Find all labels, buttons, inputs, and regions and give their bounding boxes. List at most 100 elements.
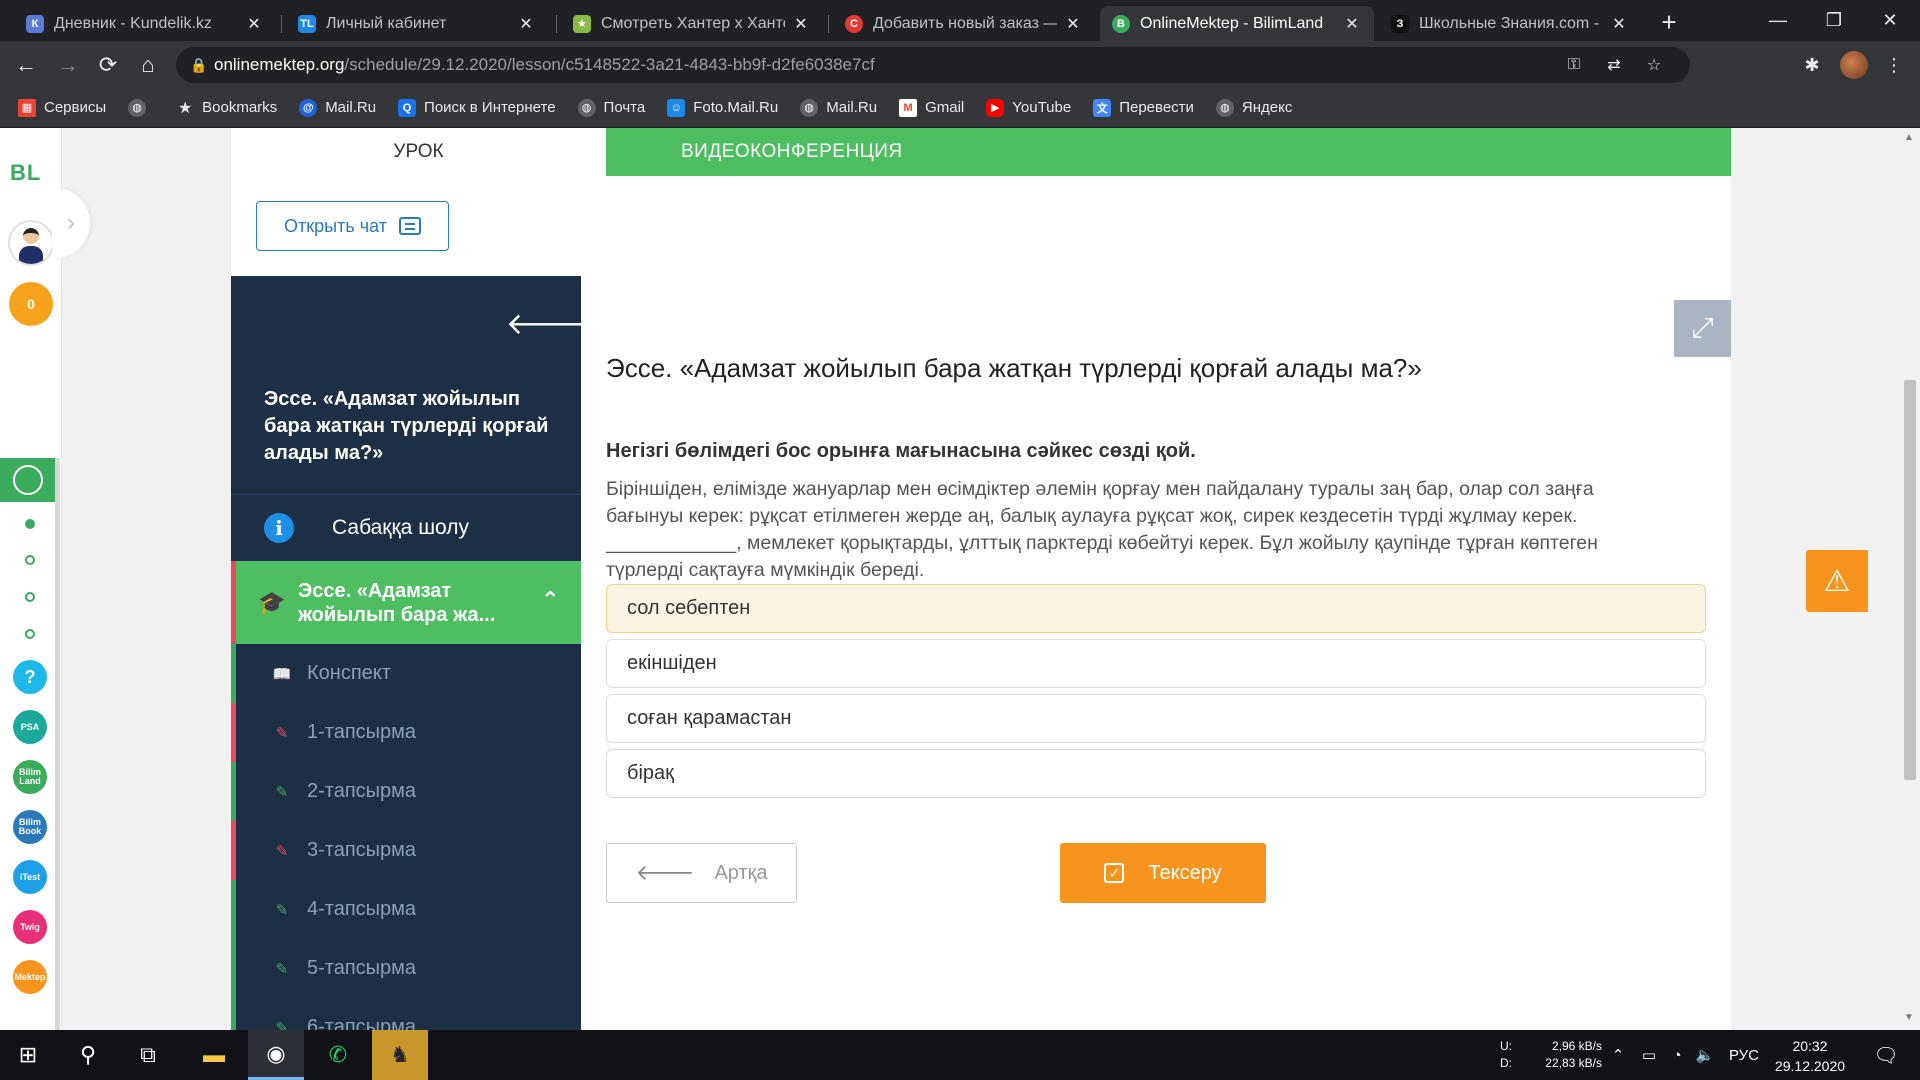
twig-icon[interactable]: Twig (13, 910, 47, 944)
close-tab-icon[interactable]: ✕ (1063, 14, 1083, 34)
minimize-window-icon[interactable]: — (1750, 0, 1806, 41)
file-explorer-icon[interactable]: ▬ (186, 1030, 242, 1080)
nav-subitem-task-3[interactable]: ✎ 3-тапсырма (231, 821, 581, 880)
bilimbook-icon[interactable]: Bilim Book (13, 810, 47, 844)
bookmark-star-icon[interactable]: ☆ (1636, 47, 1672, 83)
rail-expand-chevron-icon[interactable]: › (52, 188, 90, 258)
chevron-up-icon[interactable]: ⌃ (541, 587, 559, 613)
tab-videoconference[interactable]: ВИДЕОКОНФЕРЕНЦИЯ (606, 128, 1731, 176)
notifications-icon[interactable]: 🗨 (1866, 1030, 1906, 1080)
rail-progress-dot (25, 555, 35, 565)
browser-menu-icon[interactable]: ⋮ (1880, 51, 1908, 79)
bookmark-foto[interactable]: ☺ Foto.Mail.Ru (667, 98, 778, 117)
language-indicator[interactable]: РУС (1722, 1030, 1766, 1080)
answer-option-2[interactable]: екіншіден (606, 639, 1706, 688)
reload-icon[interactable]: ⟳ (94, 51, 122, 79)
home-icon[interactable]: ⌂ (134, 51, 162, 79)
search-icon[interactable]: ⚲ (60, 1030, 116, 1080)
restore-window-icon[interactable]: ❐ (1806, 0, 1862, 41)
bookmark-globe[interactable]: ◍ (128, 98, 154, 117)
nav-subitem-task-6[interactable]: ✎ 6-тапсырма (231, 998, 581, 1030)
browser-tab-hunter[interactable]: ★ Смотреть Хантер х Хантер 1 ✕ (561, 6, 823, 41)
bookmark-yandex[interactable]: ◍ Яндекс (1215, 98, 1293, 117)
new-tab-plus-icon[interactable]: + (1655, 8, 1683, 36)
close-tab-icon[interactable]: ✕ (1609, 14, 1629, 34)
close-tab-icon[interactable]: ✕ (791, 14, 811, 34)
windows-start-icon[interactable]: ⊞ (0, 1030, 56, 1080)
nav-subitem-label: 3-тапсырма (307, 839, 417, 861)
onlinemektep-rail-icon[interactable] (0, 458, 55, 502)
bilimland-logo[interactable]: BL (10, 160, 41, 186)
help-icon[interactable]: ? (13, 660, 47, 694)
scrollbar-thumb[interactable] (1904, 380, 1916, 780)
key-icon[interactable]: ⚿ (1556, 47, 1592, 83)
close-tab-icon[interactable]: ✕ (244, 14, 264, 34)
browser-tab-kundelik[interactable]: К Дневник - Kundelik.kz ✕ (14, 6, 276, 41)
close-tab-icon[interactable]: ✕ (516, 14, 536, 34)
profile-avatar[interactable] (1840, 51, 1868, 79)
extensions-puzzle-icon[interactable]: ✱ (1798, 51, 1826, 79)
browser-tab-onlinemektep[interactable]: B OnlineMektep - BilimLand ✕ (1100, 6, 1374, 41)
bilimland-icon[interactable]: Bilim Land (13, 760, 47, 794)
points-badge[interactable]: 0 (9, 282, 53, 326)
bookmark-mailru-2[interactable]: ◍ Mail.Ru (800, 98, 877, 117)
battery-icon[interactable]: ▭ (1636, 1030, 1662, 1080)
bookmark-pochta[interactable]: ◍ Почта (577, 98, 645, 117)
back-arrow-icon[interactable]: ← (12, 51, 40, 79)
close-tab-icon[interactable]: ✕ (1342, 14, 1362, 34)
nav-item-overview[interactable]: i Сабаққа шолу (231, 495, 581, 561)
wifi-icon[interactable]: ◔ (1664, 1030, 1690, 1080)
clock[interactable]: 20:32 29.12.2020 (1770, 1036, 1850, 1076)
translate-icon[interactable]: ⇄ (1596, 47, 1632, 83)
bookmark-youtube[interactable]: ▶ YouTube (986, 98, 1071, 117)
browser-tab-order[interactable]: C Добавить новый заказ — Би ✕ (833, 6, 1095, 41)
address-bar[interactable]: 🔒 onlinemektep.org/schedule/29.12.2020/l… (176, 47, 1690, 83)
report-warning-icon[interactable]: ⚠ (1806, 550, 1868, 612)
bookmark-translate[interactable]: 文 Перевести (1093, 98, 1194, 117)
open-chat-button[interactable]: Открыть чат (256, 201, 449, 251)
nav-subitem-konspekt[interactable]: 📖 Конспект (231, 644, 581, 703)
back-arrow-icon[interactable]: 🡐 (506, 306, 586, 342)
graduation-cap-icon: 🎓 (258, 589, 286, 615)
bookmark-services[interactable]: ▦ Сервисы (18, 98, 106, 117)
bookmark-gmail[interactable]: M Gmail (899, 98, 964, 117)
checkbox-check-icon: ✓ (1104, 863, 1125, 883)
bookmark-mailru[interactable]: @ Mail.Ru (299, 98, 376, 117)
nav-subitem-task-2[interactable]: ✎ 2-тапсырма (231, 762, 581, 821)
page-scrollbar[interactable]: ▲ ▼ (1900, 128, 1920, 1030)
tab-title: OnlineMektep - BilimLand (1140, 14, 1324, 32)
fullscreen-expand-icon[interactable]: ⤢ (1674, 300, 1731, 357)
lock-icon[interactable]: 🔒 (190, 57, 214, 74)
bookmark-label: Яндекс (1241, 99, 1293, 116)
tl-favicon-icon: TL (298, 14, 316, 33)
answer-option-1[interactable]: сол себептен (606, 584, 1706, 633)
bookmark-bookmarks[interactable]: ★ Bookmarks (176, 99, 277, 117)
scroll-down-icon[interactable]: ▼ (1904, 1012, 1914, 1023)
mektep-icon[interactable]: Mektep (13, 960, 47, 994)
chrome-icon[interactable]: ◉ (248, 1030, 304, 1080)
task-view-icon[interactable]: ⧉ (120, 1030, 176, 1080)
nav-subitem-task-5[interactable]: ✎ 5-тапсырма (231, 939, 581, 998)
bookmark-search[interactable]: Q Поиск в Интернете (398, 98, 556, 117)
nav-subitem-task-4[interactable]: ✎ 4-тапсырма (231, 880, 581, 939)
volume-icon[interactable]: 🔈 (1692, 1030, 1718, 1080)
nav-subitem-task-1[interactable]: ✎ 1-тапсырма (231, 703, 581, 762)
browser-tab-cabinet[interactable]: TL Личный кабинет ✕ (286, 6, 548, 41)
scroll-up-icon[interactable]: ▲ (1904, 132, 1914, 143)
whatsapp-icon[interactable]: ✆ (310, 1030, 366, 1080)
close-window-icon[interactable]: ✕ (1862, 0, 1918, 41)
answer-option-3[interactable]: соған қарамастан (606, 694, 1706, 743)
nav-item-essay-active[interactable]: 🎓 Эссе. «Адамзат жойылып бара жа... ⌃ (231, 561, 581, 644)
game-app-icon[interactable]: ♞ (372, 1030, 428, 1080)
answer-option-4[interactable]: бірақ (606, 749, 1706, 798)
chevron-up-icon[interactable]: ⌃ (1606, 1030, 1630, 1080)
back-button[interactable]: 🡐 Артқа (606, 843, 797, 903)
itest-icon[interactable]: iTest (13, 860, 47, 894)
browser-tab-znania[interactable]: З Школьные Знания.com - Ре ✕ (1379, 6, 1641, 41)
user-avatar[interactable] (8, 220, 54, 266)
check-button[interactable]: ✓ Тексеру (1060, 843, 1266, 903)
tab-lesson[interactable]: УРОК (231, 128, 606, 176)
nav-subitem-label: 2-тапсырма (307, 780, 417, 802)
psa-icon[interactable]: PSA (13, 710, 47, 744)
forward-arrow-icon[interactable]: → (54, 51, 82, 79)
